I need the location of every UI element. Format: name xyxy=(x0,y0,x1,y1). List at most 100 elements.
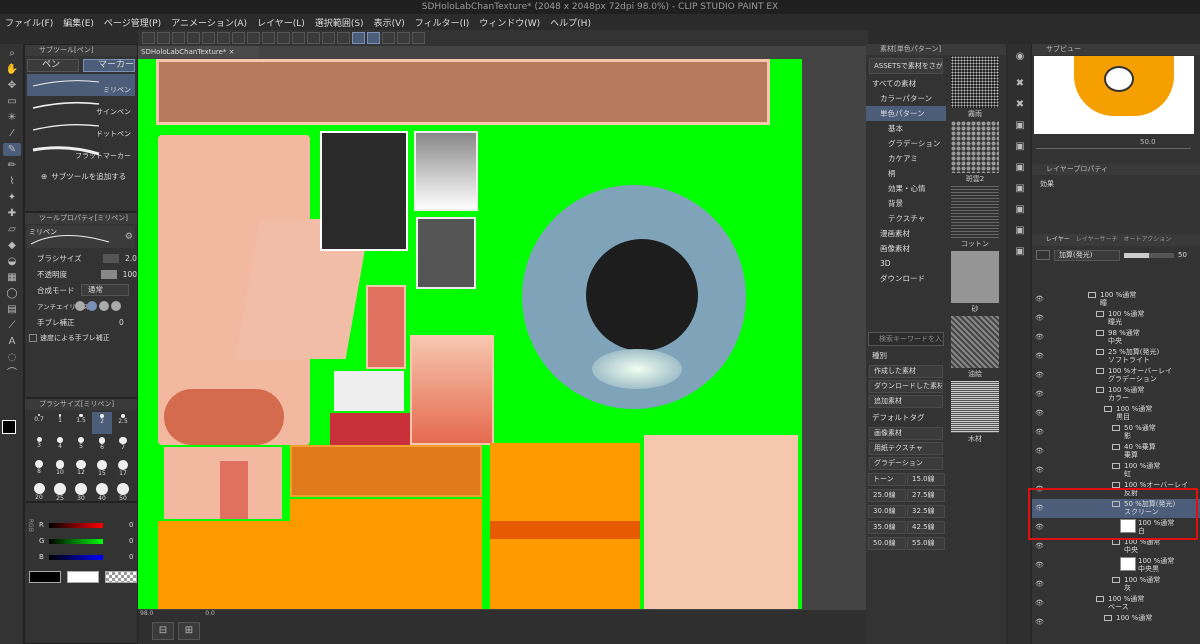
line-correction-icon[interactable]: ⌒ xyxy=(3,367,21,380)
speed-stab-checkbox[interactable] xyxy=(29,334,37,342)
menu-item-2[interactable]: ページ管理(P) xyxy=(99,16,166,29)
kind-added-button[interactable]: 追加素材 xyxy=(869,395,943,408)
tag-gradient-button[interactable]: グラデーション xyxy=(869,457,943,470)
gradient-tool-icon[interactable]: ▦ xyxy=(3,271,21,284)
tab-layer-search[interactable]: レイヤーサーチ xyxy=(1076,234,1118,246)
visibility-eye-icon[interactable]: 👁 xyxy=(1035,447,1044,455)
red-value[interactable]: 0 xyxy=(129,521,133,529)
sub-color-chip[interactable] xyxy=(67,571,99,583)
layer-opacity-value[interactable]: 50 xyxy=(1178,251,1187,259)
frame-tool-icon[interactable]: ▤ xyxy=(3,303,21,316)
brush-size-option[interactable]: 50 xyxy=(113,481,133,503)
brush-size-option[interactable]: 6 xyxy=(92,435,112,457)
menu-item-8[interactable]: ウィンドウ(W) xyxy=(474,16,545,29)
close-x-icon[interactable]: ✖ xyxy=(1011,98,1029,111)
snap-grid-icon[interactable] xyxy=(382,32,395,44)
snap-ruler-icon[interactable] xyxy=(352,32,365,44)
material-thumbnail[interactable] xyxy=(951,186,999,238)
aa-none-option[interactable] xyxy=(75,301,85,311)
rotation-readout[interactable]: 0.0 xyxy=(205,610,215,617)
eyedropper-icon[interactable]: ⁄ xyxy=(3,127,21,140)
red-slider[interactable] xyxy=(49,522,103,528)
tab-pen[interactable]: ペン xyxy=(27,58,79,72)
brush-size-option[interactable]: 1 xyxy=(50,412,70,434)
document-tab[interactable]: SDHoloLabChanTexture* × xyxy=(138,46,258,58)
layer-row[interactable]: 👁 100 %通常灰 xyxy=(1032,575,1200,594)
material-tree-item[interactable]: すべての素材 xyxy=(866,76,946,91)
home-icon[interactable] xyxy=(142,32,155,44)
invert-icon[interactable] xyxy=(322,32,335,44)
pencil-tool-icon[interactable]: ✏ xyxy=(3,159,21,172)
blend-mode-select[interactable]: 通常 xyxy=(81,284,129,296)
visibility-eye-icon[interactable]: 👁 xyxy=(1035,371,1044,379)
blue-slider[interactable] xyxy=(49,554,103,560)
material-thumbnail[interactable] xyxy=(951,316,999,368)
auto-select-icon[interactable]: ✳ xyxy=(3,111,21,124)
pen-tool-icon[interactable]: ✎ xyxy=(3,143,21,156)
visibility-eye-icon[interactable]: 👁 xyxy=(1035,580,1044,588)
brush-size-option[interactable]: 20 xyxy=(29,481,49,503)
eraser-tool-icon[interactable]: ▱ xyxy=(3,223,21,236)
layer-row[interactable]: 👁 100 %通常瞳 xyxy=(1032,290,1200,309)
visibility-eye-icon[interactable]: 👁 xyxy=(1035,561,1044,569)
frame-icon[interactable]: ⊟ xyxy=(152,622,174,640)
open-file-icon[interactable] xyxy=(172,32,185,44)
deselect-icon[interactable] xyxy=(307,32,320,44)
brush-size-option[interactable]: 4 xyxy=(50,435,70,457)
subtool-item-flatmarker[interactable]: フラットマーカー xyxy=(27,140,135,162)
history-icon[interactable]: ▣ xyxy=(1011,245,1029,258)
menu-item-6[interactable]: 表示(V) xyxy=(369,16,410,29)
assets-search-button[interactable]: ASSETSで素材をさがす xyxy=(869,58,943,74)
navigator-icon[interactable]: ◉ xyxy=(1011,50,1029,63)
layer-row[interactable]: 👁 100 %通常 ベース xyxy=(1032,594,1200,613)
brush-size-option[interactable]: 10 xyxy=(50,458,70,480)
visibility-eye-icon[interactable]: 👁 xyxy=(1035,314,1044,322)
brush-size-option[interactable]: 8 xyxy=(29,458,49,480)
layer-row[interactable]: 👁 100 %通常 xyxy=(1032,613,1200,632)
main-color-chip[interactable] xyxy=(29,571,61,583)
visibility-eye-icon[interactable]: 👁 xyxy=(1035,428,1044,436)
material-tree-item[interactable]: カケアミ xyxy=(866,151,946,166)
fill-icon[interactable] xyxy=(277,32,290,44)
clear-icon[interactable] xyxy=(262,32,275,44)
brush-size-option[interactable]: 40 xyxy=(92,481,112,503)
material-search-input[interactable]: 検索キーワードを入力 xyxy=(868,332,944,346)
history-icon[interactable]: ▣ xyxy=(1011,119,1029,132)
tone-tag-button[interactable]: 15.0線 xyxy=(907,473,945,486)
opacity-value[interactable]: 100 xyxy=(123,270,137,279)
layer-row[interactable]: 👁 40 %乗算 乗算 xyxy=(1032,442,1200,461)
brush-size-option[interactable]: 25 xyxy=(50,481,70,503)
layer-row[interactable]: 👁 100 %通常 中央黒 xyxy=(1032,556,1200,575)
visibility-eye-icon[interactable]: 👁 xyxy=(1035,466,1044,474)
layer-row[interactable]: 👁 50 %通常影 xyxy=(1032,423,1200,442)
brush-size-option[interactable]: 12 xyxy=(71,458,91,480)
device-icon[interactable] xyxy=(397,32,410,44)
brush-size-option[interactable]: 1.5 xyxy=(71,412,91,434)
menu-item-0[interactable]: ファイル(F) xyxy=(0,16,58,29)
menu-item-9[interactable]: ヘルプ(H) xyxy=(545,16,596,29)
history-icon[interactable]: ▣ xyxy=(1011,140,1029,153)
layer-row[interactable]: 👁 100 %通常 カラー xyxy=(1032,385,1200,404)
menu-item-1[interactable]: 編集(E) xyxy=(58,16,99,29)
stabilization-value[interactable]: 0 xyxy=(119,318,124,327)
add-subtool-button[interactable]: ⊕ サブツールを追加する xyxy=(25,168,137,184)
brush-size-slider[interactable] xyxy=(103,253,119,263)
tone-tag-button[interactable]: トーン xyxy=(868,473,906,486)
layer-opacity-slider[interactable] xyxy=(1124,252,1174,258)
material-tree-item[interactable]: グラデーション xyxy=(866,136,946,151)
kind-downloaded-button[interactable]: ダウンロードした素材 xyxy=(869,380,943,393)
brush-size-value[interactable]: 2.0 xyxy=(125,254,137,263)
green-slider[interactable] xyxy=(49,538,103,544)
figure-tool-icon[interactable]: ◯ xyxy=(3,287,21,300)
zoom-tool-icon[interactable]: ⌕ xyxy=(3,47,21,60)
brush-size-option[interactable]: 17 xyxy=(113,458,133,480)
redo-icon[interactable] xyxy=(232,32,245,44)
layer-row[interactable]: 👁 100 %通常 瞳光 xyxy=(1032,309,1200,328)
blend-tool-icon[interactable]: ◆ xyxy=(3,239,21,252)
visibility-eye-icon[interactable]: 👁 xyxy=(1035,599,1044,607)
brush-tool-icon[interactable]: ⌇ xyxy=(3,175,21,188)
brush-size-option[interactable]: 7 xyxy=(113,435,133,457)
visibility-eye-icon[interactable]: 👁 xyxy=(1035,390,1044,398)
material-tree-item[interactable]: ダウンロード xyxy=(866,271,946,286)
brush-size-option[interactable]: 2.5 xyxy=(113,412,133,434)
